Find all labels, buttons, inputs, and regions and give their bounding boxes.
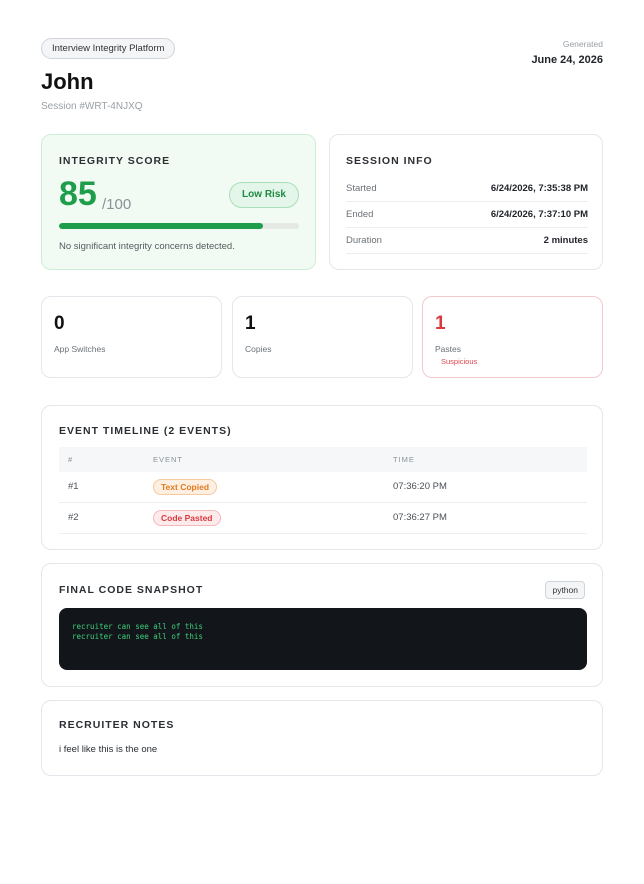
event-number: #1 (68, 481, 79, 492)
session-info-title: SESSION INFO (346, 155, 433, 167)
recruiter-notes-card: RECRUITER NOTES i feel like this is the … (41, 700, 603, 776)
score-progress-fill (59, 223, 263, 229)
recruiter-notes-text: i feel like this is the one (59, 744, 158, 755)
stat-label: App Switches (54, 344, 106, 354)
stat-value: 0 (54, 313, 65, 334)
stat-label: Copies (245, 344, 272, 354)
event-cell: Text Copied (153, 472, 218, 503)
stat-label: Pastes (435, 344, 461, 354)
event-timeline-card: EVENT TIMELINE (2 EVENTS) # EVENT TIME #… (41, 405, 603, 550)
code-block[interactable]: recruiter can see all of this recruiter … (59, 608, 587, 670)
candidate-name: John (41, 69, 94, 94)
recruiter-notes-title: RECRUITER NOTES (59, 719, 175, 731)
session-id: Session #WRT-4NJXQ (41, 101, 143, 112)
column-header: # (68, 455, 74, 464)
info-value: 6/24/2026, 7:37:10 PM (490, 209, 588, 220)
generated-label: Generated (562, 39, 603, 49)
integrity-score-value: 85 (59, 175, 97, 213)
session-info-row-duration: Duration 2 minutes (346, 228, 588, 254)
session-info-row-ended: Ended 6/24/2026, 7:37:10 PM (346, 202, 588, 228)
suspicious-flag: Suspicious (441, 357, 478, 366)
session-info-row-started: Started 6/24/2026, 7:35:38 PM (346, 176, 588, 202)
score-progress-bar (59, 223, 299, 229)
code-line: recruiter can see all of this (72, 632, 203, 641)
risk-badge: Low Risk (229, 182, 299, 208)
info-label: Duration (346, 235, 382, 246)
stat-app-switches: 0 App Switches (41, 296, 222, 378)
generated-date: June 24, 2026 (531, 54, 603, 66)
timeline-header-row: # EVENT TIME (59, 447, 587, 472)
info-label: Started (346, 183, 377, 194)
code-snapshot-title: FINAL CODE SNAPSHOT (59, 584, 204, 596)
event-time: 07:36:27 PM (393, 512, 447, 523)
event-badge: Code Pasted (153, 510, 221, 526)
integrity-score-max: /100 (102, 196, 132, 213)
integrity-score-title: INTEGRITY SCORE (59, 155, 171, 167)
event-cell: Code Pasted (153, 503, 221, 534)
integrity-score-card: INTEGRITY SCORE 85 /100 Low Risk No sign… (41, 134, 316, 270)
session-info-card: SESSION INFO Started 6/24/2026, 7:35:38 … (329, 134, 603, 270)
platform-badge: Interview Integrity Platform (41, 38, 176, 59)
language-tag: python (545, 581, 585, 599)
info-label: Ended (346, 209, 374, 220)
event-badge: Text Copied (153, 479, 218, 495)
event-time: 07:36:20 PM (393, 481, 447, 492)
integrity-note: No significant integrity concerns detect… (59, 241, 235, 252)
info-value: 2 minutes (543, 235, 588, 246)
event-timeline-title: EVENT TIMELINE (2 EVENTS) (59, 425, 232, 437)
column-header: EVENT (153, 455, 184, 464)
table-row: #2 Code Pasted 07:36:27 PM (59, 503, 587, 534)
stat-value: 1 (245, 313, 256, 334)
stat-pastes: 1 Pastes Suspicious (422, 296, 603, 378)
table-row: #1 Text Copied 07:36:20 PM (59, 472, 587, 503)
stat-value: 1 (435, 313, 446, 334)
event-number: #2 (68, 512, 79, 523)
stat-copies: 1 Copies (232, 296, 413, 378)
info-value: 6/24/2026, 7:35:38 PM (490, 183, 588, 194)
column-header: TIME (393, 455, 415, 464)
code-line: recruiter can see all of this (72, 622, 203, 631)
final-code-snapshot-card: FINAL CODE SNAPSHOT python recruiter can… (41, 563, 603, 687)
